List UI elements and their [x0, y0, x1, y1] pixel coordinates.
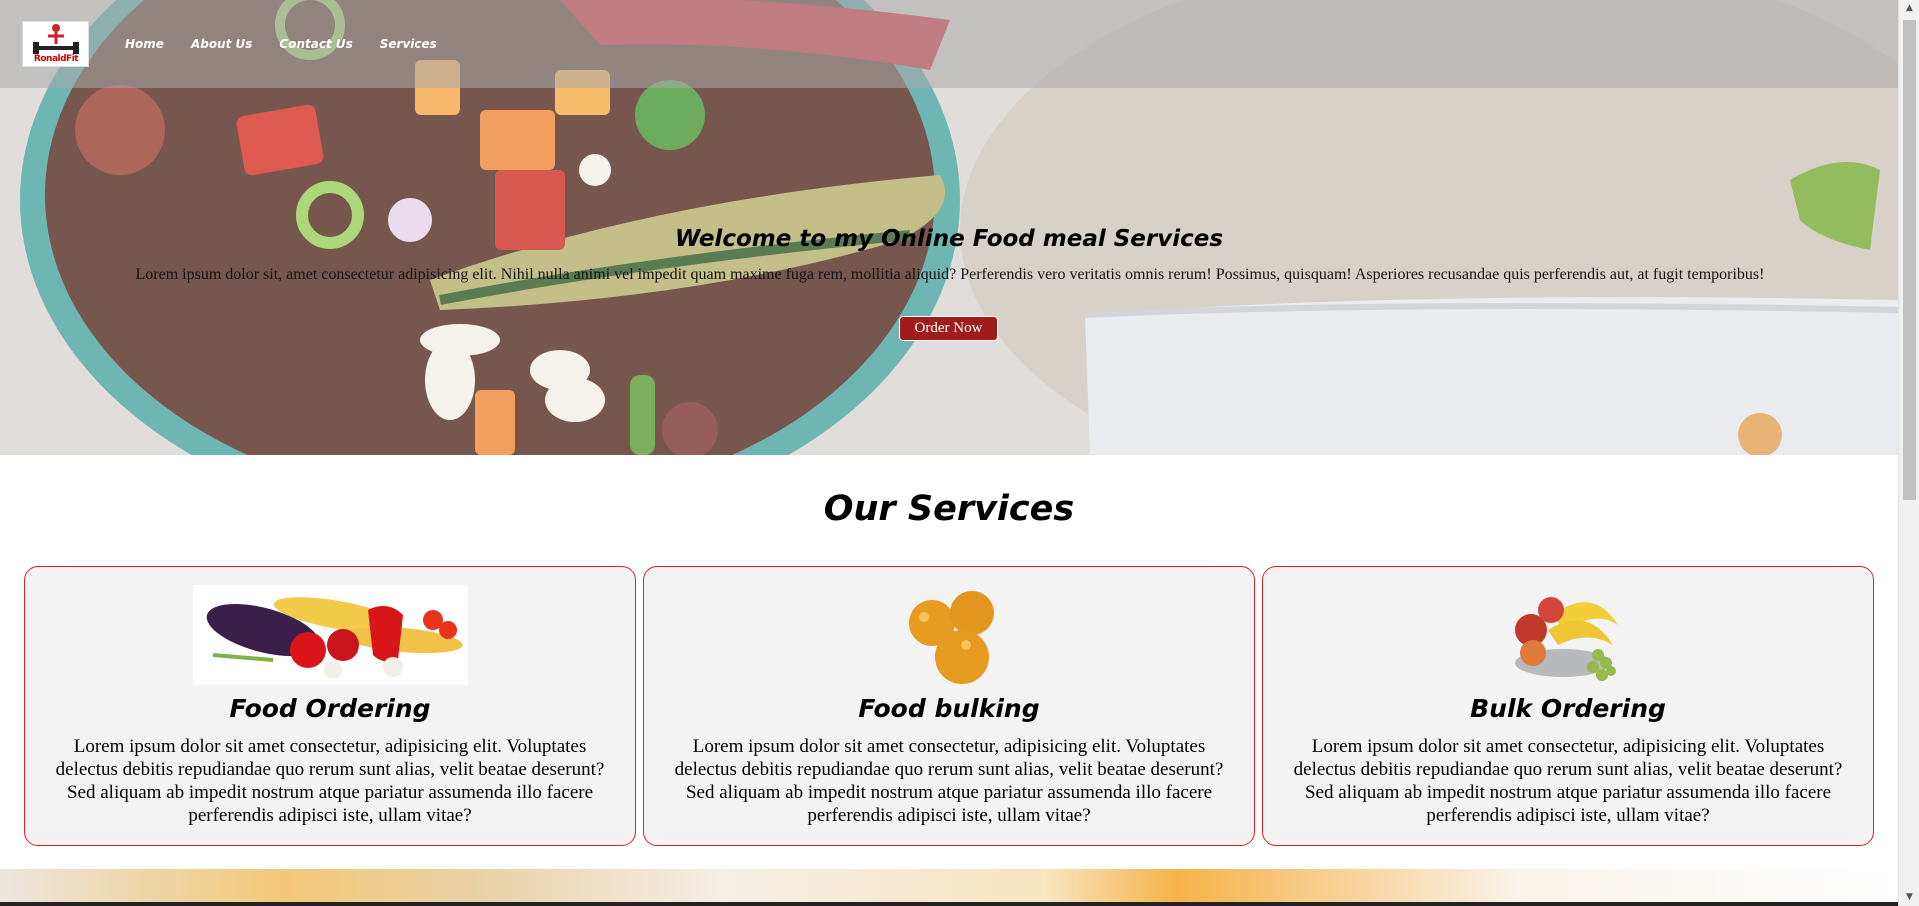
vegetables-image — [192, 585, 468, 685]
card-description: Lorem ipsum dolor sit amet consectetur, … — [674, 736, 1224, 826]
nav-link-home[interactable]: Home — [125, 37, 164, 51]
hero-section: RonaldFit Home About Us Contact Us Servi… — [0, 0, 1898, 455]
oranges-image — [909, 591, 994, 684]
service-card-food-bulking: Food bulking Lorem ipsum dolor sit amet … — [643, 566, 1255, 846]
card-title: Food bulking — [858, 694, 1040, 723]
nav-link-contact-us[interactable]: Contact Us — [279, 37, 352, 51]
scrollbar-thumb[interactable] — [1903, 20, 1916, 500]
hero-title: Welcome to my Online Food meal Services — [674, 226, 1224, 252]
nav-links: Home About Us Contact Us Services — [125, 37, 437, 51]
service-card-food-ordering: Food Ordering Lorem ipsum dolor sit amet… — [24, 566, 636, 846]
order-now-button[interactable]: Order Now — [899, 316, 998, 341]
card-title: Food Ordering — [229, 694, 431, 723]
next-section-background — [0, 869, 1898, 906]
nav-link-about-us[interactable]: About Us — [191, 37, 252, 51]
navbar: RonaldFit Home About Us Contact Us Servi… — [0, 0, 1898, 88]
fruit-basket-image — [1515, 597, 1618, 681]
logo-text: RonaldFit — [33, 54, 79, 64]
card-description: Lorem ipsum dolor sit amet consectetur, … — [1293, 736, 1843, 826]
scroll-down-arrow-icon[interactable]: ▼ — [1899, 889, 1919, 906]
site-logo[interactable]: RonaldFit — [22, 21, 89, 67]
hero-description: Lorem ipsum dolor sit, amet consectetur … — [135, 266, 1765, 283]
card-description: Lorem ipsum dolor sit amet consectetur, … — [55, 736, 605, 826]
nav-link-services[interactable]: Services — [380, 37, 437, 51]
vertical-scrollbar[interactable]: ▲ ▼ — [1898, 0, 1919, 906]
service-card-bulk-ordering: Bulk Ordering Lorem ipsum dolor sit amet… — [1262, 566, 1874, 846]
services-title: Our Services — [823, 489, 1075, 529]
page-bottom-edge — [0, 902, 1898, 906]
scroll-up-arrow-icon[interactable]: ▲ — [1899, 0, 1919, 17]
card-title: Bulk Ordering — [1470, 694, 1666, 723]
